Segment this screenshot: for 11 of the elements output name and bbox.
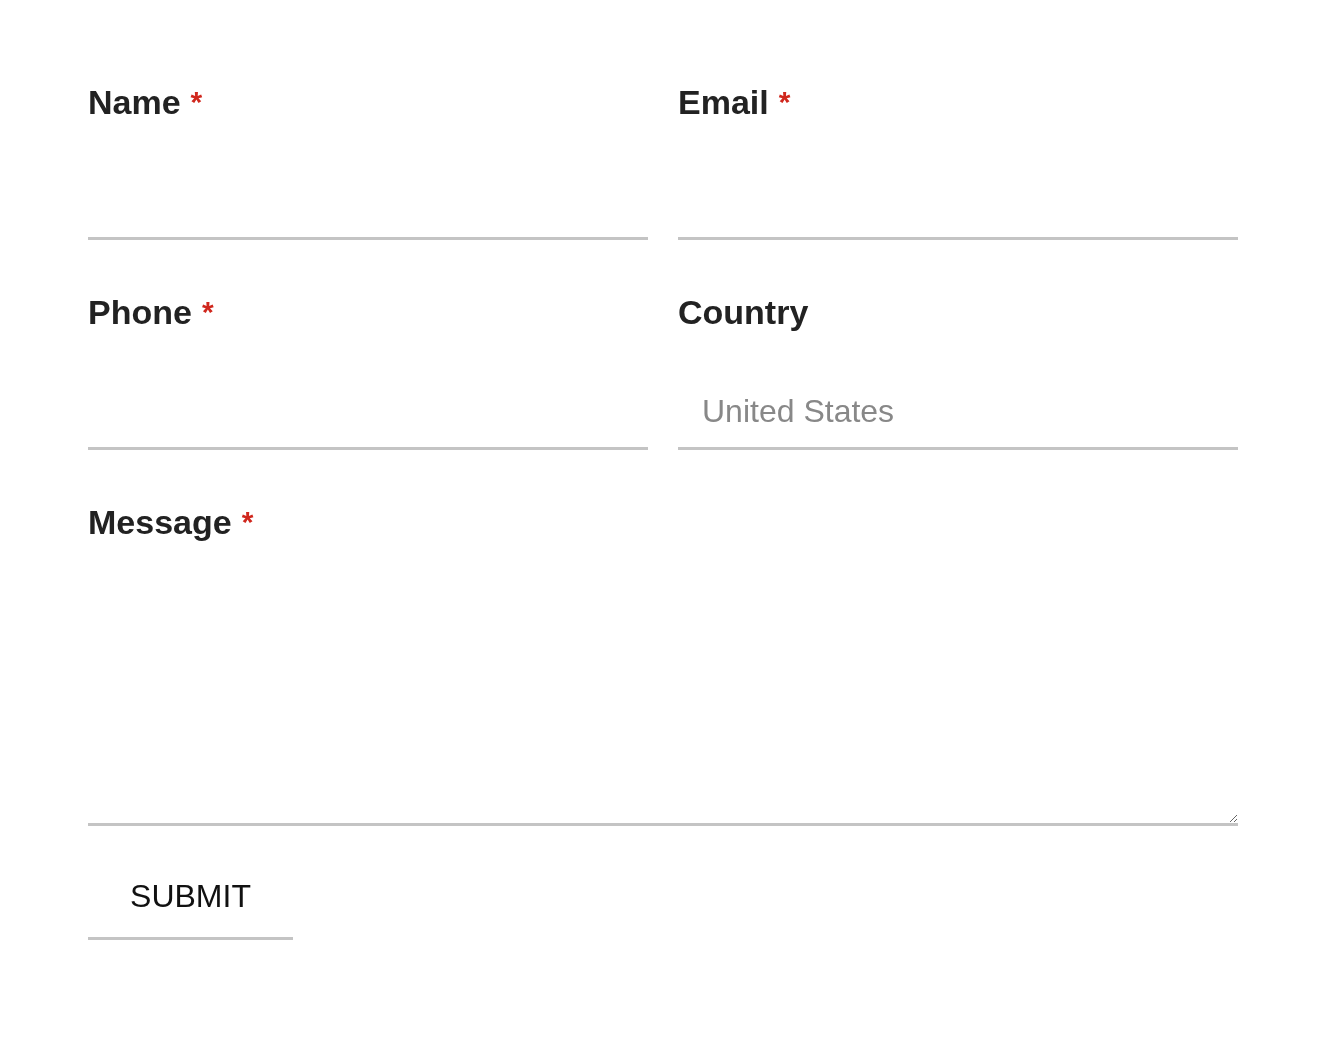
field-label: Name bbox=[88, 82, 181, 123]
required-mark: * bbox=[241, 504, 254, 540]
input-field[interactable]: United States bbox=[678, 354, 1238, 450]
field-label: Phone bbox=[88, 292, 192, 333]
field-label: Message bbox=[88, 502, 232, 543]
field-label: Country bbox=[678, 292, 809, 333]
field-label: Email bbox=[678, 82, 769, 123]
required-mark: * bbox=[778, 84, 791, 120]
required-mark: * bbox=[201, 294, 214, 330]
submit-button[interactable]: SUBMIT bbox=[88, 874, 293, 940]
required-mark: * bbox=[190, 84, 203, 120]
